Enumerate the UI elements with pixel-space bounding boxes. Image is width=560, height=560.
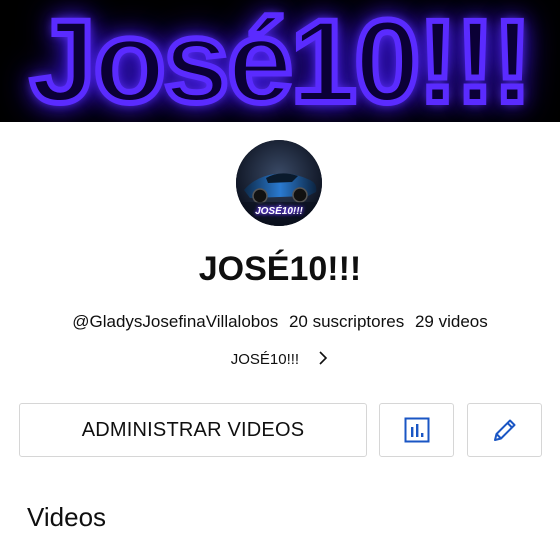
analytics-icon: [404, 417, 429, 443]
avatar-caption: JOSÉ10!!!: [255, 206, 303, 217]
channel-meta: @GladysJosefinaVillalobos 20 suscriptore…: [0, 312, 560, 332]
edit-channel-button[interactable]: [467, 403, 542, 457]
subscriber-count: 20 suscriptores: [288, 312, 405, 331]
channel-handle: @GladysJosefinaVillalobos: [72, 312, 279, 331]
video-count: 29 videos: [414, 312, 488, 331]
chevron-right-icon: [317, 350, 329, 370]
pencil-icon: [493, 419, 515, 441]
channel-title: JOSÉ10!!!: [198, 250, 362, 288]
channel-avatar[interactable]: JOSÉ10!!!: [236, 140, 322, 226]
channel-banner: José10!!!: [0, 0, 560, 122]
channel-description: JOSÉ10!!!: [230, 350, 300, 368]
videos-section-title: Videos: [27, 502, 107, 532]
manage-videos-button[interactable]: ADMINISTRAR VIDEOS: [19, 403, 367, 457]
analytics-button[interactable]: [379, 403, 454, 457]
channel-description-link[interactable]: JOSÉ10!!!: [0, 350, 560, 370]
banner-title: José10!!!: [27, 0, 535, 122]
